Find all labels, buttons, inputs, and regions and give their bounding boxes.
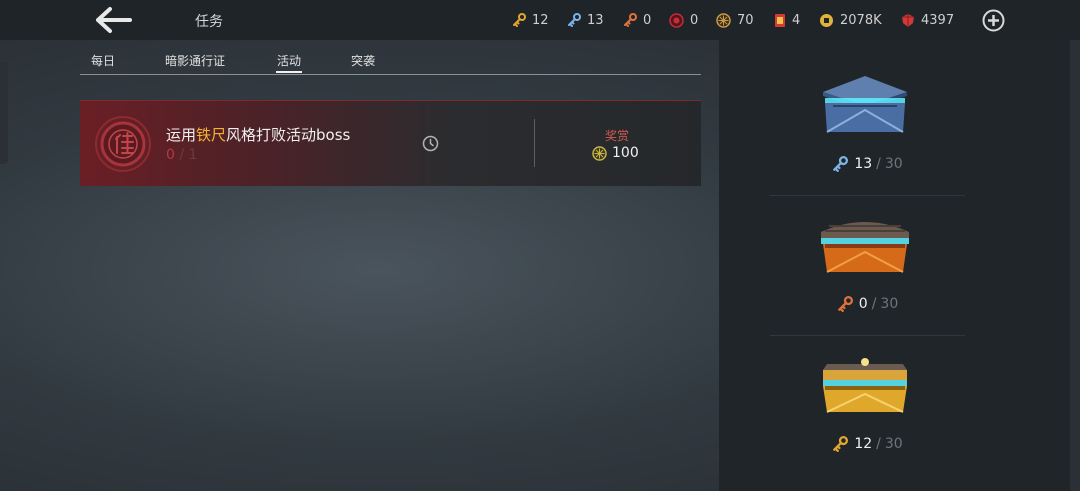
resource-blue-key: 13 (567, 10, 604, 30)
task-title-highlight: 铁尺 (196, 126, 227, 144)
tab-bar: 每日 暗影通行证 活动 突袭 (80, 40, 701, 75)
chest-count: 13 / 30 (770, 156, 965, 172)
chest-separator: / (871, 296, 877, 312)
task-title: 运用铁尺风格打败活动boss (166, 124, 350, 145)
gold-chest-icon (823, 358, 907, 413)
chest-card-blue[interactable]: 13 / 30 (770, 56, 965, 196)
orange-key-icon (837, 296, 853, 312)
task-row[interactable]: 运用铁尺风格打败活动boss 0 / 1 奖赏 100 (80, 100, 701, 186)
task-progress: 0 / 1 (166, 147, 197, 163)
blue-key-icon (568, 13, 581, 27)
edge-handle (0, 62, 8, 164)
task-title-suffix: 风格打败活动boss (226, 126, 351, 144)
chest-current: 13 (854, 156, 873, 172)
blue-chest-icon (823, 76, 907, 133)
progress-total: 1 (188, 147, 198, 163)
top-bar: 任务 12 13 0 0 70 4 2078K 4397 (0, 0, 1080, 40)
task-title-prefix: 运用 (166, 126, 197, 144)
progress-separator: / (179, 147, 185, 163)
task-emblem-icon (95, 116, 151, 172)
chest-separator: / (876, 156, 881, 172)
clock-icon (422, 135, 439, 152)
back-arrow-icon[interactable] (94, 6, 134, 34)
chest-total: 30 (884, 156, 903, 172)
gold-coin-icon (820, 13, 833, 27)
panel-edge (1070, 40, 1080, 491)
resource-value: 13 (587, 12, 604, 28)
resource-value: 2078K (840, 12, 882, 28)
progress-current: 0 (166, 147, 175, 163)
resource-value: 4 (792, 12, 801, 28)
resource-red-ticket: 4 (774, 10, 800, 30)
tab-event[interactable]: 活动 (275, 52, 303, 73)
chest-total: 30 (880, 296, 899, 312)
bronze-coin-icon (716, 12, 731, 28)
tab-raid[interactable]: 突袭 (351, 52, 375, 69)
blue-key-icon (833, 156, 849, 172)
task-divider (534, 119, 535, 167)
reward-value: 100 (592, 145, 639, 161)
gold-key-icon (513, 13, 526, 27)
resource-orange-key: 0 (623, 10, 651, 30)
chest-current: 12 (854, 436, 873, 452)
orange-key-icon (624, 13, 637, 27)
resource-value: 0 (690, 12, 699, 28)
add-plus-icon[interactable] (982, 9, 1005, 32)
page-title: 任务 (195, 14, 223, 30)
resource-value: 0 (643, 12, 652, 28)
chest-card-gold[interactable]: 12 / 30 (770, 336, 965, 476)
gold-key-icon (833, 436, 849, 452)
chest-current: 0 (858, 296, 868, 312)
reward-label: 奖赏 (605, 129, 630, 143)
resource-red-token: 0 (669, 10, 698, 30)
reward-amount: 100 (612, 145, 639, 161)
resource-value: 70 (737, 12, 754, 28)
bronze-coin-icon (592, 145, 607, 161)
resource-bronze-coin: 70 (716, 10, 754, 30)
chest-count: 0 / 30 (770, 296, 965, 312)
chest-card-orange[interactable]: 0 / 30 (770, 196, 965, 336)
orange-chest-icon (821, 222, 909, 273)
resource-value: 4397 (921, 12, 955, 28)
red-ticket-icon (775, 13, 785, 27)
chest-count: 12 / 30 (770, 436, 965, 452)
resource-ruby-gem: 4397 (901, 10, 954, 30)
tab-daily[interactable]: 每日 (91, 52, 115, 69)
tab-shadow-pass[interactable]: 暗影通行证 (165, 52, 225, 69)
red-token-icon (669, 12, 684, 28)
resource-gold-coin: 2078K (819, 10, 882, 30)
chest-total: 30 (884, 436, 903, 452)
ruby-gem-icon (902, 13, 914, 27)
chest-separator: / (876, 436, 881, 452)
resource-gold-key: 12 (512, 10, 549, 30)
resource-value: 12 (532, 12, 549, 28)
